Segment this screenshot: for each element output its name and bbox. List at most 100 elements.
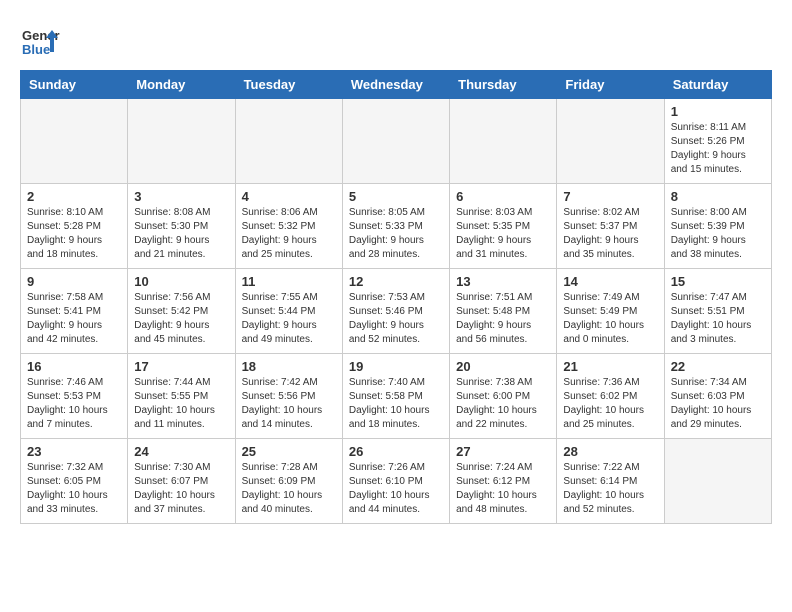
day-info: Sunrise: 7:55 AM Sunset: 5:44 PM Dayligh… [242, 291, 336, 347]
day-number: 17 [134, 359, 228, 374]
cal-cell: 5 Sunrise: 8:05 AM Sunset: 5:33 PM Daylig… [342, 184, 449, 269]
day-info: Sunrise: 8:02 AM Sunset: 5:37 PM Dayligh… [563, 206, 657, 262]
day-number: 4 [242, 189, 336, 204]
cal-cell [450, 99, 557, 184]
day-number: 18 [242, 359, 336, 374]
day-number: 27 [456, 444, 550, 459]
day-info: Sunrise: 8:11 AM Sunset: 5:26 PM Dayligh… [671, 121, 765, 177]
header: General Blue [20, 20, 772, 60]
day-header-saturday: Saturday [664, 71, 771, 99]
day-header-wednesday: Wednesday [342, 71, 449, 99]
cal-cell: 6 Sunrise: 8:03 AM Sunset: 5:35 PM Daylig… [450, 184, 557, 269]
day-number: 7 [563, 189, 657, 204]
cal-cell [128, 99, 235, 184]
cal-cell: 2 Sunrise: 8:10 AM Sunset: 5:28 PM Daylig… [21, 184, 128, 269]
day-info: Sunrise: 7:38 AM Sunset: 6:00 PM Dayligh… [456, 376, 550, 432]
day-info: Sunrise: 7:46 AM Sunset: 5:53 PM Dayligh… [27, 376, 121, 432]
day-info: Sunrise: 7:58 AM Sunset: 5:41 PM Dayligh… [27, 291, 121, 347]
cal-cell: 20Sunrise: 7:38 AM Sunset: 6:00 PM Dayli… [450, 354, 557, 439]
day-info: Sunrise: 8:00 AM Sunset: 5:39 PM Dayligh… [671, 206, 765, 262]
day-info: Sunrise: 7:26 AM Sunset: 6:10 PM Dayligh… [349, 461, 443, 517]
cal-cell: 15 Sunrise: 7:47 AM Sunset: 5:51 PM Dayli… [664, 269, 771, 354]
logo-icon: General Blue [20, 20, 60, 60]
cal-cell: 17 Sunrise: 7:44 AM Sunset: 5:55 PM Dayli… [128, 354, 235, 439]
cal-cell: 24Sunrise: 7:30 AM Sunset: 6:07 PM Dayli… [128, 439, 235, 524]
week-row-5: 23 Sunrise: 7:32 AM Sunset: 6:05 PM Dayli… [21, 439, 772, 524]
day-info: Sunrise: 7:24 AM Sunset: 6:12 PM Dayligh… [456, 461, 550, 517]
cal-cell: 11 Sunrise: 7:55 AM Sunset: 5:44 PM Dayli… [235, 269, 342, 354]
day-header-tuesday: Tuesday [235, 71, 342, 99]
day-info: Sunrise: 7:51 AM Sunset: 5:48 PM Dayligh… [456, 291, 550, 347]
cal-cell: 18 Sunrise: 7:42 AM Sunset: 5:56 PM Dayli… [235, 354, 342, 439]
day-number: 19 [349, 359, 443, 374]
cal-cell: 13 Sunrise: 7:51 AM Sunset: 5:48 PM Dayli… [450, 269, 557, 354]
day-header-thursday: Thursday [450, 71, 557, 99]
day-number: 2 [27, 189, 121, 204]
day-info: Sunrise: 7:56 AM Sunset: 5:42 PM Dayligh… [134, 291, 228, 347]
cal-cell: 21Sunrise: 7:36 AM Sunset: 6:02 PM Dayli… [557, 354, 664, 439]
day-number: 23 [27, 444, 121, 459]
logo: General Blue [20, 20, 64, 60]
cal-cell: 25Sunrise: 7:28 AM Sunset: 6:09 PM Dayli… [235, 439, 342, 524]
day-info: Sunrise: 7:42 AM Sunset: 5:56 PM Dayligh… [242, 376, 336, 432]
day-info: Sunrise: 8:03 AM Sunset: 5:35 PM Dayligh… [456, 206, 550, 262]
cal-cell: 12 Sunrise: 7:53 AM Sunset: 5:46 PM Dayli… [342, 269, 449, 354]
cal-cell: 19 Sunrise: 7:40 AM Sunset: 5:58 PM Dayli… [342, 354, 449, 439]
cal-cell: 22 Sunrise: 7:34 AM Sunset: 6:03 PM Dayli… [664, 354, 771, 439]
cal-cell: 4 Sunrise: 8:06 AM Sunset: 5:32 PM Daylig… [235, 184, 342, 269]
day-info: Sunrise: 7:44 AM Sunset: 5:55 PM Dayligh… [134, 376, 228, 432]
day-info: Sunrise: 7:49 AM Sunset: 5:49 PM Dayligh… [563, 291, 657, 347]
cal-cell: 27 Sunrise: 7:24 AM Sunset: 6:12 PM Dayli… [450, 439, 557, 524]
cal-cell: 8 Sunrise: 8:00 AM Sunset: 5:39 PM Daylig… [664, 184, 771, 269]
day-number: 11 [242, 274, 336, 289]
week-row-1: 1 Sunrise: 8:11 AM Sunset: 5:26 PM Daylig… [21, 99, 772, 184]
day-header-monday: Monday [128, 71, 235, 99]
day-info: Sunrise: 7:53 AM Sunset: 5:46 PM Dayligh… [349, 291, 443, 347]
cal-cell: 10 Sunrise: 7:56 AM Sunset: 5:42 PM Dayli… [128, 269, 235, 354]
day-info: Sunrise: 7:47 AM Sunset: 5:51 PM Dayligh… [671, 291, 765, 347]
day-info: Sunrise: 8:08 AM Sunset: 5:30 PM Dayligh… [134, 206, 228, 262]
cal-cell [557, 99, 664, 184]
day-info: Sunrise: 7:32 AM Sunset: 6:05 PM Dayligh… [27, 461, 121, 517]
day-number: 1 [671, 104, 765, 119]
day-number: 6 [456, 189, 550, 204]
day-number: 12 [349, 274, 443, 289]
day-info: Sunrise: 7:34 AM Sunset: 6:03 PM Dayligh… [671, 376, 765, 432]
day-number: 28 [563, 444, 657, 459]
week-row-2: 2 Sunrise: 8:10 AM Sunset: 5:28 PM Daylig… [21, 184, 772, 269]
cal-cell: 9 Sunrise: 7:58 AM Sunset: 5:41 PM Daylig… [21, 269, 128, 354]
day-info: Sunrise: 8:05 AM Sunset: 5:33 PM Dayligh… [349, 206, 443, 262]
day-number: 5 [349, 189, 443, 204]
day-number: 14 [563, 274, 657, 289]
day-number: 25 [242, 444, 336, 459]
day-header-friday: Friday [557, 71, 664, 99]
cal-cell: 28 Sunrise: 7:22 AM Sunset: 6:14 PM Dayli… [557, 439, 664, 524]
day-header-sunday: Sunday [21, 71, 128, 99]
day-info: Sunrise: 8:10 AM Sunset: 5:28 PM Dayligh… [27, 206, 121, 262]
day-number: 24 [134, 444, 228, 459]
svg-text:Blue: Blue [22, 42, 50, 57]
cal-cell: 23 Sunrise: 7:32 AM Sunset: 6:05 PM Dayli… [21, 439, 128, 524]
cal-cell: 3 Sunrise: 8:08 AM Sunset: 5:30 PM Daylig… [128, 184, 235, 269]
cal-cell: 16 Sunrise: 7:46 AM Sunset: 5:53 PM Dayli… [21, 354, 128, 439]
day-info: Sunrise: 8:06 AM Sunset: 5:32 PM Dayligh… [242, 206, 336, 262]
cal-cell: 7 Sunrise: 8:02 AM Sunset: 5:37 PM Daylig… [557, 184, 664, 269]
week-row-4: 16 Sunrise: 7:46 AM Sunset: 5:53 PM Dayli… [21, 354, 772, 439]
day-number: 16 [27, 359, 121, 374]
cal-cell: 1 Sunrise: 8:11 AM Sunset: 5:26 PM Daylig… [664, 99, 771, 184]
day-info: Sunrise: 7:40 AM Sunset: 5:58 PM Dayligh… [349, 376, 443, 432]
cal-cell: 14 Sunrise: 7:49 AM Sunset: 5:49 PM Dayli… [557, 269, 664, 354]
day-number: 10 [134, 274, 228, 289]
day-number: 22 [671, 359, 765, 374]
day-number: 15 [671, 274, 765, 289]
day-number: 3 [134, 189, 228, 204]
day-info: Sunrise: 7:22 AM Sunset: 6:14 PM Dayligh… [563, 461, 657, 517]
cal-cell [342, 99, 449, 184]
week-row-3: 9 Sunrise: 7:58 AM Sunset: 5:41 PM Daylig… [21, 269, 772, 354]
cal-cell [21, 99, 128, 184]
day-number: 8 [671, 189, 765, 204]
calendar-table: SundayMondayTuesdayWednesdayThursdayFrid… [20, 70, 772, 524]
cal-cell [664, 439, 771, 524]
day-number: 9 [27, 274, 121, 289]
day-number: 13 [456, 274, 550, 289]
